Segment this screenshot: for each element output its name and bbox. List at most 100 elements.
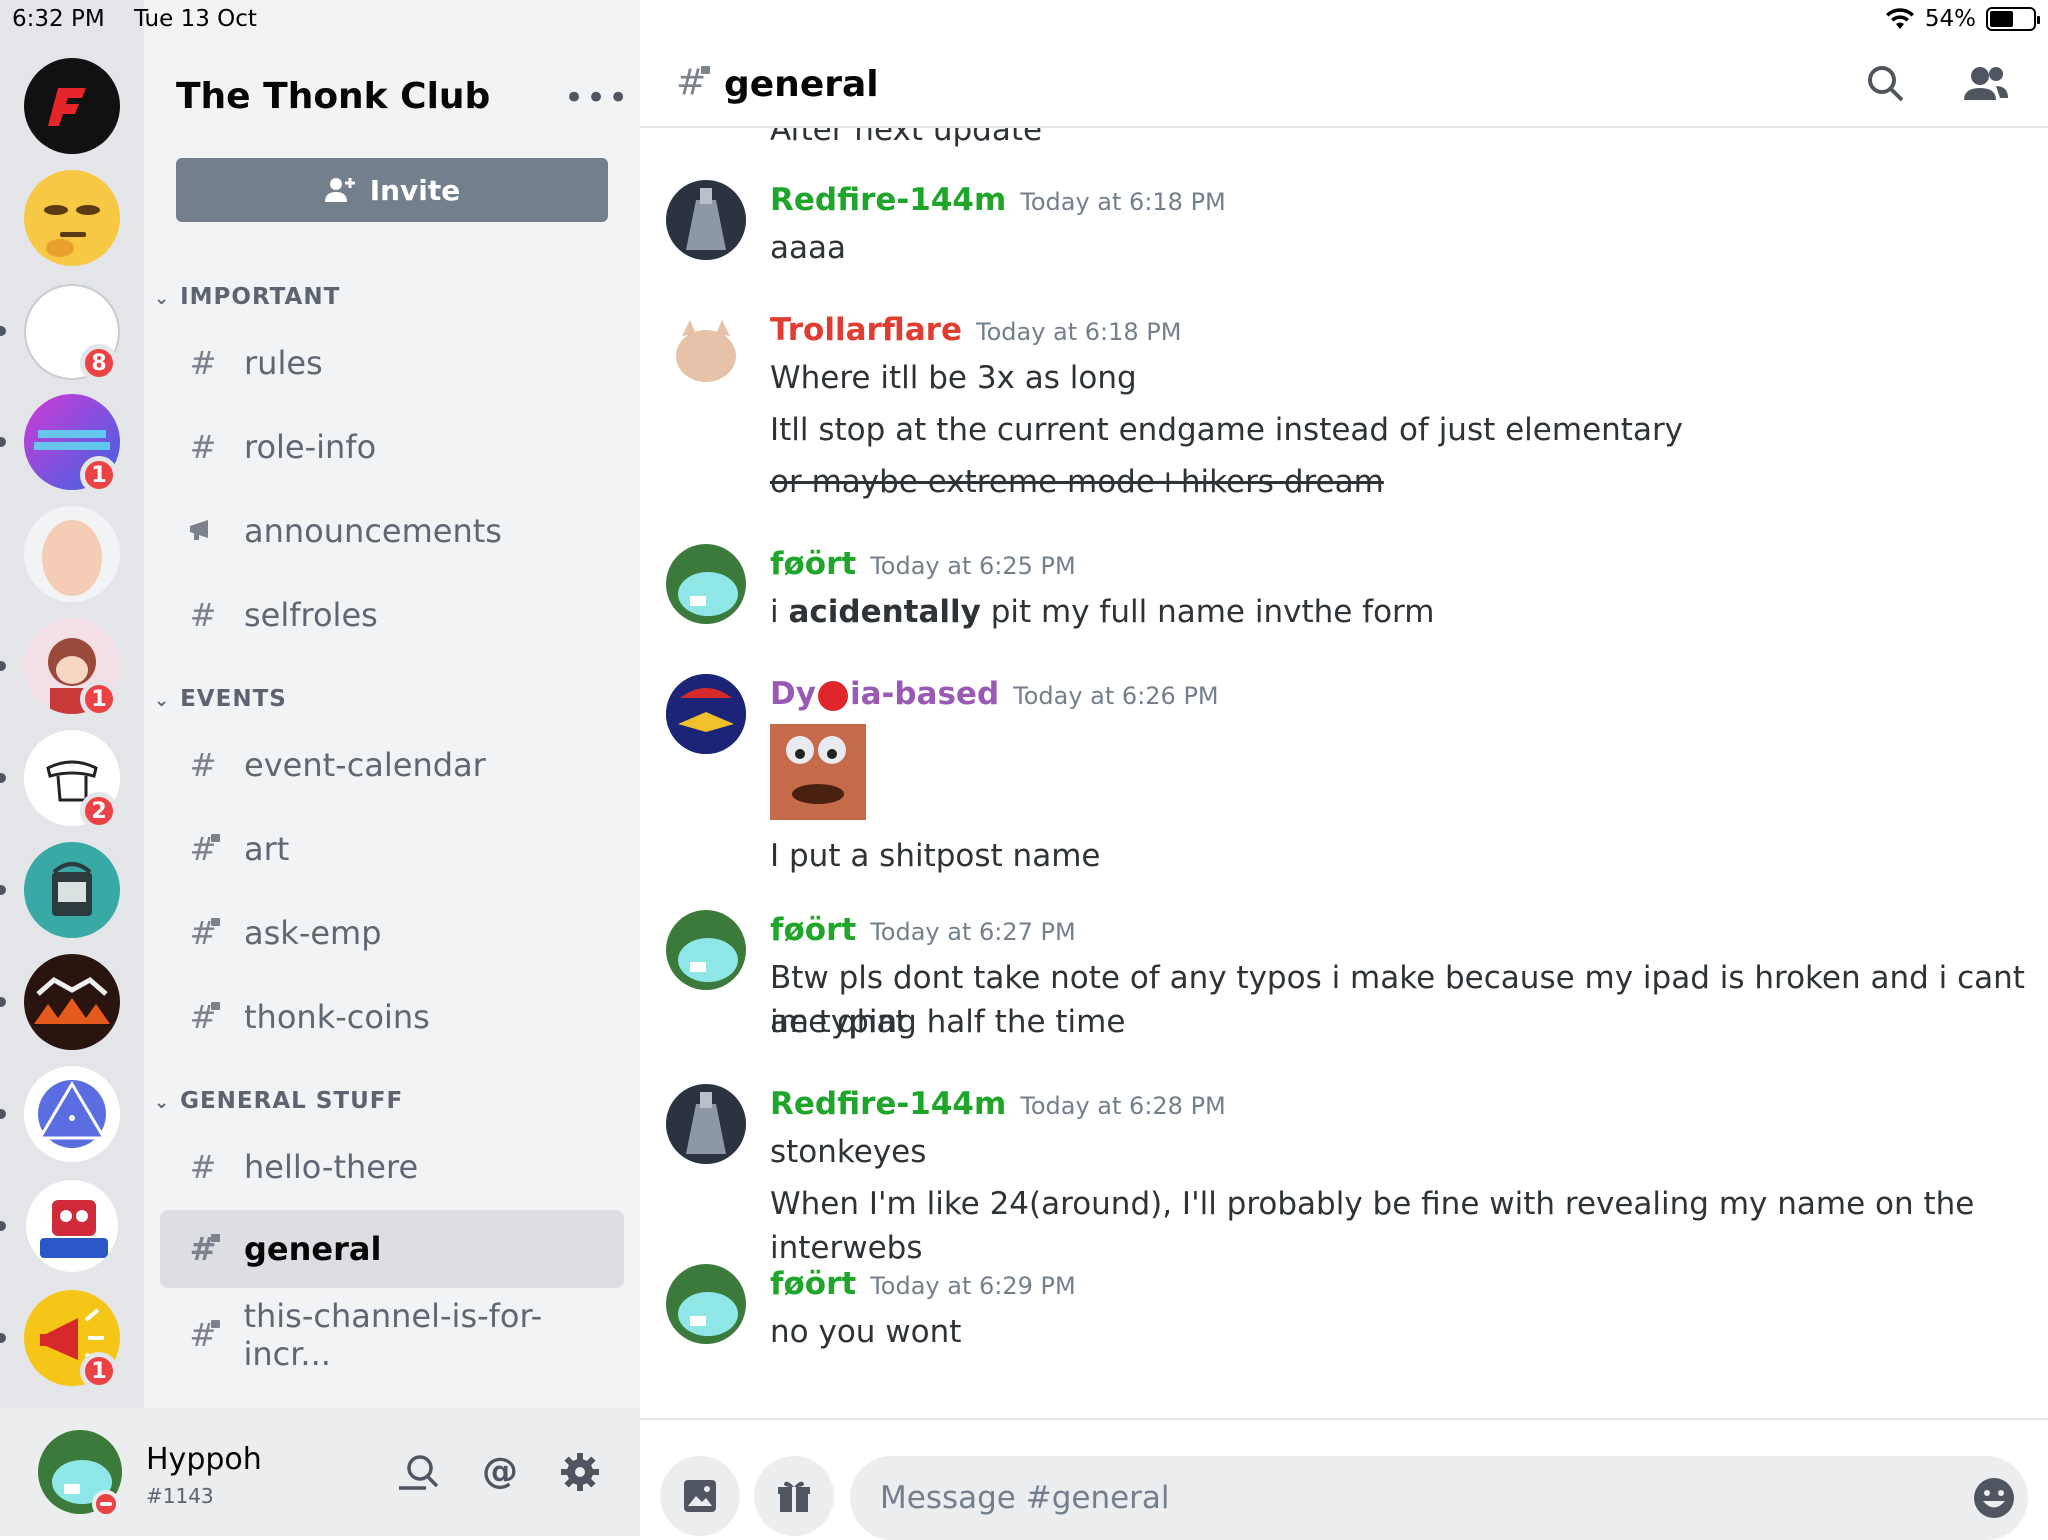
status-date: Tue 13 Oct: [134, 6, 257, 32]
channel-hello-there[interactable]: # hello-there: [160, 1128, 624, 1206]
chevron-down-icon: ⌄: [154, 690, 171, 711]
hash-icon: #: [189, 1148, 217, 1186]
channel-selfroles[interactable]: # selfroles: [160, 576, 624, 654]
message-text: When I'm like 24(around), I'll probably …: [770, 1186, 1975, 1266]
gift-icon: [778, 1481, 810, 1512]
bold-text: acidentally: [788, 594, 981, 630]
channel-role-info[interactable]: # role-info: [160, 408, 624, 486]
channel-label: rules: [244, 344, 323, 382]
message-text: im typing half the time: [770, 1004, 1126, 1040]
search-icon[interactable]: [1862, 60, 1910, 108]
emoji-picker-icon[interactable]: [1966, 1470, 2022, 1526]
wifi-icon: [1885, 8, 1914, 29]
locked-hash-icon: #: [189, 1316, 220, 1354]
server-icon-tcd[interactable]: [24, 1066, 120, 1162]
channel-ask-emp[interactable]: # ask-emp: [160, 894, 624, 972]
guild-name[interactable]: The Thonk Club: [176, 76, 490, 117]
thinking-emoji-icon: [44, 205, 100, 257]
channel-header: # general: [640, 40, 2048, 128]
category-label: EVENTS: [180, 686, 287, 712]
avatar[interactable]: [666, 1084, 746, 1164]
category-general-stuff[interactable]: ⌄ GENERAL STUFF: [154, 1088, 403, 1114]
unread-pill: [0, 773, 6, 783]
mention-badge: 8: [80, 344, 118, 382]
message-text: no you wont: [770, 1314, 962, 1350]
unread-pill: [0, 661, 6, 671]
channel-label: ask-emp: [244, 914, 382, 952]
unread-pill: [0, 1109, 6, 1119]
image-icon: [684, 1480, 716, 1512]
server-icon-woc[interactable]: [24, 954, 120, 1050]
message-author[interactable]: Dy ia-based Today at 6:26 PM: [770, 676, 1219, 712]
server-icon-thinking[interactable]: [24, 170, 120, 266]
server-icon-bucket[interactable]: [24, 842, 120, 938]
search-user-icon[interactable]: [394, 1448, 442, 1496]
avatar[interactable]: [666, 180, 746, 260]
avatar[interactable]: [666, 1264, 746, 1344]
mentions-icon[interactable]: @: [476, 1448, 524, 1496]
message-timestamp: Today at 6:26 PM: [1013, 682, 1219, 710]
gift-button[interactable]: [754, 1456, 834, 1536]
message-author[interactable]: Redfire-144m Today at 6:18 PM: [770, 182, 1226, 218]
channel-label: this-channel-is-for-incr...: [243, 1297, 543, 1373]
message-timestamp: Today at 6:18 PM: [976, 318, 1182, 346]
locked-hash-icon: #: [189, 914, 221, 952]
invite-label: Invite: [369, 173, 461, 207]
unread-pill: [0, 1333, 6, 1343]
avatar[interactable]: [666, 910, 746, 990]
category-events[interactable]: ⌄ EVENTS: [154, 686, 287, 712]
avatar[interactable]: [666, 674, 746, 754]
stop-sign-icon: [817, 680, 848, 711]
channel-announcements[interactable]: announcements: [160, 492, 624, 570]
message-text: aaaa: [770, 230, 846, 266]
megaphone-icon: [184, 512, 222, 550]
message-author[interactable]: Trollarflare Today at 6:18 PM: [770, 312, 1182, 348]
channel-label: hello-there: [244, 1148, 419, 1186]
message-input[interactable]: [850, 1456, 2028, 1540]
message-list: After next update Redfire-144m Today at 6…: [640, 128, 2048, 1418]
message-text: Itll stop at the current endgame instead…: [770, 412, 1684, 448]
server-icon-egg[interactable]: [24, 506, 120, 602]
category-important[interactable]: ⌄ IMPORTANT: [154, 284, 340, 310]
channel-rules[interactable]: # rules: [160, 324, 624, 402]
channel-label: thonk-coins: [244, 998, 430, 1036]
unread-pill: [0, 326, 6, 336]
channel-general[interactable]: # general: [160, 1210, 624, 1288]
message-text-strikethrough: or maybe extreme mode+hikers dream: [770, 464, 1384, 500]
chevron-down-icon: ⌄: [154, 288, 171, 309]
message-timestamp: Today at 6:18 PM: [1020, 188, 1226, 216]
bucket-icon: [52, 862, 92, 916]
unread-pill: [0, 437, 6, 447]
message-author[interactable]: føört Today at 6:25 PM: [770, 546, 1076, 582]
message-text: Where itll be 3x as long: [770, 360, 1137, 396]
avatar[interactable]: [666, 544, 746, 624]
guild-menu-icon[interactable]: •••: [564, 78, 630, 118]
dnd-status-icon: [92, 1490, 120, 1518]
channel-this-channel-is-for-incr[interactable]: # this-channel-is-for-incr...: [160, 1296, 624, 1374]
message-author[interactable]: Redfire-144m Today at 6:28 PM: [770, 1086, 1226, 1122]
tcd-logo-icon: [37, 1080, 107, 1148]
channel-thonk-coins[interactable]: # thonk-coins: [160, 978, 624, 1056]
message-author[interactable]: føört Today at 6:29 PM: [770, 1266, 1076, 1302]
locked-hash-icon: #: [676, 62, 711, 103]
woc-logo-icon: [34, 976, 110, 1024]
channel-art[interactable]: # art: [160, 810, 624, 888]
avatar[interactable]: [666, 310, 746, 390]
image-upload-button[interactable]: [660, 1456, 740, 1536]
invite-button[interactable]: Invite: [176, 158, 608, 222]
gear-icon[interactable]: [556, 1448, 604, 1496]
message-author[interactable]: føört Today at 6:27 PM: [770, 912, 1076, 948]
user-tag: #1143: [146, 1484, 214, 1508]
mention-badge: 2: [80, 792, 118, 830]
channel-event-calendar[interactable]: # event-calendar: [160, 726, 624, 804]
egg-icon: [42, 520, 102, 596]
message-timestamp: Today at 6:25 PM: [870, 552, 1076, 580]
unread-pill: [0, 885, 6, 895]
members-icon[interactable]: [1958, 60, 2012, 108]
channel-label: selfroles: [244, 596, 378, 634]
cookies-logo-icon: [40, 1200, 108, 1258]
server-icon-f[interactable]: [24, 58, 120, 154]
server-icon-cookies[interactable]: [24, 1178, 120, 1274]
status-time: 6:32 PM: [12, 6, 105, 32]
unread-pill: [0, 997, 6, 1007]
